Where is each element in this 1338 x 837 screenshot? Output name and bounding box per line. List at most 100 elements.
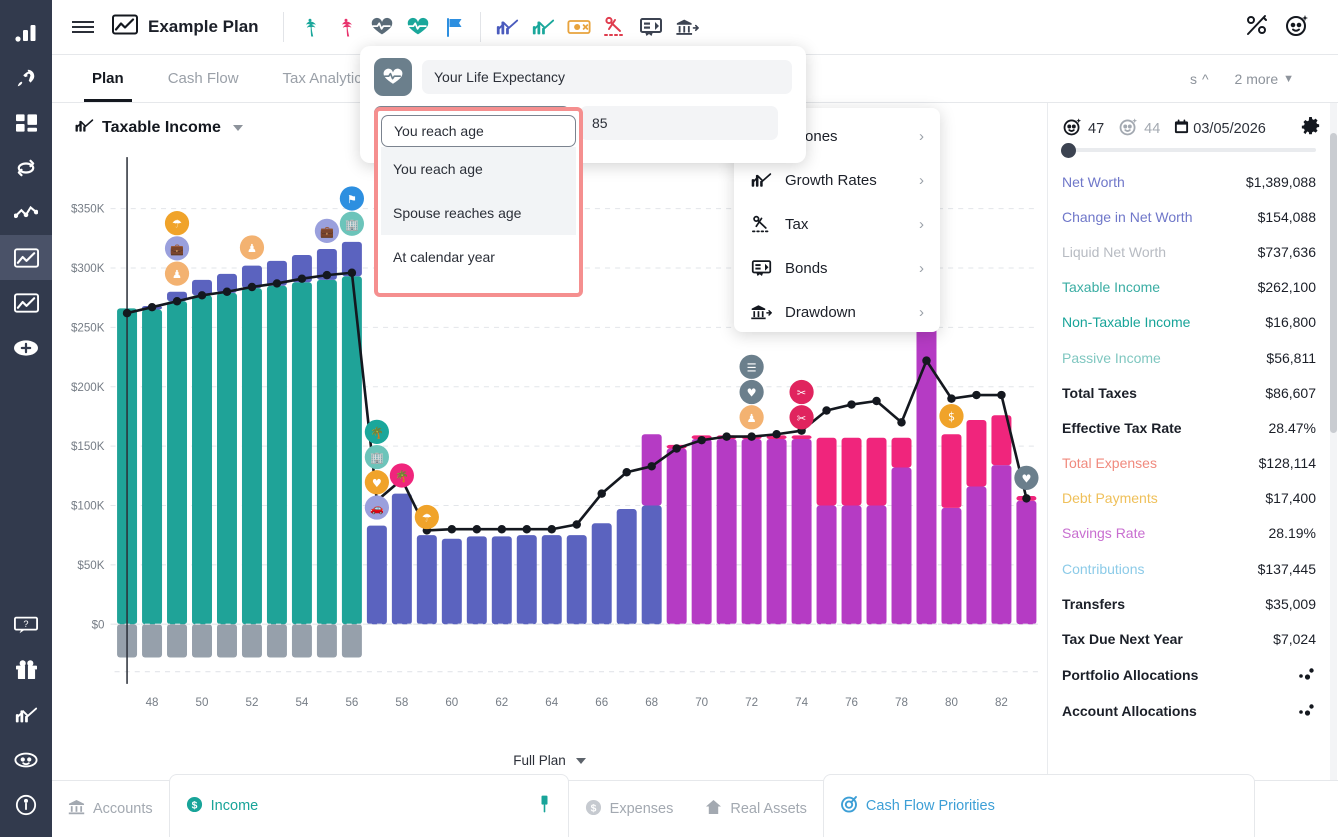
chart-line-point[interactable] xyxy=(148,303,156,311)
stat-row[interactable]: Effective Tax Rate28.47% xyxy=(1062,410,1316,445)
chart-line-point[interactable] xyxy=(548,525,556,533)
chart-line-point[interactable] xyxy=(672,444,680,452)
stat-row[interactable]: Passive Income$56,811 xyxy=(1062,340,1316,375)
chart-line-point[interactable] xyxy=(647,462,655,470)
chevron-down-icon[interactable] xyxy=(233,125,243,131)
chart-line-point[interactable] xyxy=(922,356,930,364)
chart-bar-negative[interactable] xyxy=(342,624,362,657)
palm-tree-teal-icon[interactable] xyxy=(292,9,328,45)
drawdown-icon[interactable] xyxy=(669,9,705,45)
heartbeat-teal-icon[interactable] xyxy=(400,9,436,45)
timeline-slider[interactable] xyxy=(1062,148,1316,152)
chart-bar[interactable] xyxy=(292,282,312,624)
plan-date-indicator[interactable]: 03/05/2026 xyxy=(1174,119,1266,138)
chart-line-point[interactable] xyxy=(273,279,281,287)
bonds-icon[interactable] xyxy=(633,9,669,45)
condition-dropdown-option-at-calendar-year[interactable]: At calendar year xyxy=(381,235,576,279)
chart-bar[interactable] xyxy=(192,295,212,624)
chart-line-point[interactable] xyxy=(473,525,481,533)
condition-dropdown-option-spouse-reaches-age[interactable]: Spouse reaches age xyxy=(381,191,576,235)
chart-line-point[interactable] xyxy=(572,520,580,528)
age-input[interactable]: 85 xyxy=(580,106,778,140)
chart-line-point[interactable] xyxy=(1022,494,1030,502)
chart-line-point[interactable] xyxy=(323,271,331,279)
allocation-dots-icon[interactable] xyxy=(1298,666,1316,683)
chart-bar[interactable] xyxy=(742,439,762,624)
chart-line-point[interactable] xyxy=(198,291,206,299)
chart-line-point[interactable] xyxy=(847,400,855,408)
trend-line-icon[interactable] xyxy=(0,190,52,235)
chart-bar[interactable] xyxy=(717,439,737,624)
chart-bar-negative[interactable] xyxy=(292,624,312,657)
chart-bar[interactable] xyxy=(966,420,986,486)
chart-bar-negative[interactable] xyxy=(167,624,187,657)
chart-bar-negative[interactable] xyxy=(192,624,212,657)
chart-bar-negative[interactable] xyxy=(317,624,337,657)
tab-cash-flow[interactable]: Cash Flow xyxy=(146,55,261,102)
chart-bar[interactable] xyxy=(642,505,662,624)
bottom-tab-accounts[interactable]: Accounts xyxy=(52,781,169,837)
avatar-face-icon[interactable] xyxy=(1284,13,1310,42)
chart-bar[interactable] xyxy=(817,505,837,624)
bottom-tab-cash-flow-priorities[interactable]: Cash Flow Priorities xyxy=(823,774,1255,837)
growth-rates-teal-icon[interactable] xyxy=(525,9,561,45)
stat-row[interactable]: Total Expenses$128,114 xyxy=(1062,446,1316,481)
chart-line-point[interactable] xyxy=(897,418,905,426)
chart-bar[interactable] xyxy=(467,536,487,624)
plan-title-group[interactable]: Example Plan xyxy=(112,14,259,40)
stat-row[interactable]: Non-Taxable Income$16,800 xyxy=(1062,305,1316,340)
stat-row[interactable]: Savings Rate28.19% xyxy=(1062,516,1316,551)
chart-bar[interactable] xyxy=(842,438,862,506)
menu-item-drawdown[interactable]: Drawdown › xyxy=(734,290,940,334)
chart-bar[interactable] xyxy=(592,523,612,624)
chart-bar[interactable] xyxy=(167,301,187,624)
timeline-slider-knob[interactable] xyxy=(1061,143,1076,158)
allocation-dots-icon[interactable] xyxy=(1298,702,1316,719)
chart-bar[interactable] xyxy=(692,439,712,624)
chart-line-point[interactable] xyxy=(223,288,231,296)
chart-line-point[interactable] xyxy=(448,525,456,533)
bottom-tab-expenses[interactable]: $ Expenses xyxy=(569,781,690,837)
chart-line-point[interactable] xyxy=(123,309,131,317)
stat-row[interactable]: Account Allocations xyxy=(1062,693,1316,729)
chart-line-point[interactable] xyxy=(173,297,181,305)
chart-line-point[interactable] xyxy=(348,269,356,277)
more-dropdown[interactable]: 2 more ▼ xyxy=(1235,71,1294,87)
chart-bar[interactable] xyxy=(892,467,912,624)
chart-bar[interactable] xyxy=(892,438,912,468)
chart-bar-negative[interactable] xyxy=(142,624,162,657)
chart-bar[interactable] xyxy=(217,293,237,624)
chart-bar[interactable] xyxy=(941,434,961,508)
percent-slash-icon[interactable] xyxy=(1244,13,1270,42)
help-question-icon[interactable]: ? xyxy=(0,602,52,647)
chart-bar[interactable] xyxy=(367,526,387,625)
refresh-cycle-icon[interactable] xyxy=(0,145,52,190)
stat-row[interactable]: Transfers$35,009 xyxy=(1062,586,1316,621)
chart-bar-negative[interactable] xyxy=(242,624,262,657)
bottom-tab-income[interactable]: $ Income xyxy=(169,774,569,837)
tab-plan[interactable]: Plan xyxy=(70,55,146,102)
chart-line-point[interactable] xyxy=(523,525,531,533)
chart-line-point[interactable] xyxy=(747,432,755,440)
hamburger-menu-icon[interactable] xyxy=(66,10,100,44)
condition-dropdown-option-you-reach-age[interactable]: You reach age xyxy=(381,147,576,191)
chart-icon[interactable] xyxy=(0,280,52,325)
sidebar-item-plans[interactable] xyxy=(0,235,52,280)
collapse-toggle[interactable]: s ^ xyxy=(1190,71,1209,87)
info-icon[interactable] xyxy=(0,782,52,827)
chart-bar[interactable] xyxy=(617,509,637,624)
bottom-tab-real-assets[interactable]: Real Assets xyxy=(689,781,823,837)
chart-bar[interactable] xyxy=(941,508,961,624)
chart-bar[interactable] xyxy=(417,535,437,624)
chart-line-point[interactable] xyxy=(697,436,705,444)
chart-line-point[interactable] xyxy=(872,397,880,405)
chart-bar[interactable] xyxy=(966,486,986,624)
chart-bar[interactable] xyxy=(842,505,862,624)
stats-scrollbar[interactable] xyxy=(1330,103,1337,780)
chart-line-point[interactable] xyxy=(997,391,1005,399)
stat-row[interactable]: Change in Net Worth$154,088 xyxy=(1062,199,1316,234)
face-icon[interactable] xyxy=(0,737,52,782)
chart-line-point[interactable] xyxy=(772,430,780,438)
chart-bar[interactable] xyxy=(667,448,687,624)
chart-bar[interactable] xyxy=(317,280,337,624)
